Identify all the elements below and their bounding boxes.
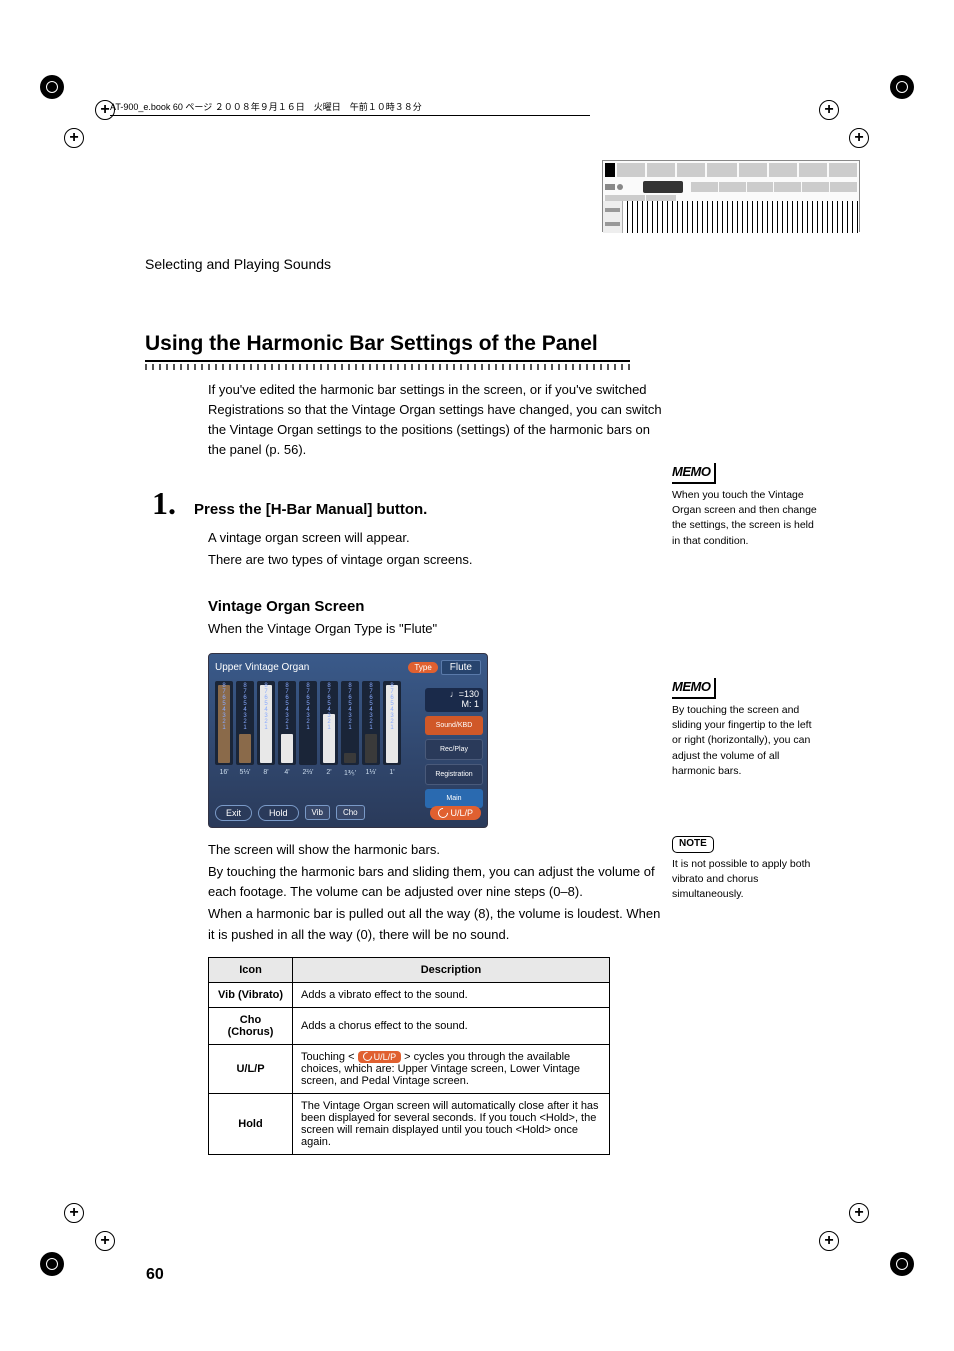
table-row: Cho (Chorus) Adds a chorus effect to the… — [209, 1007, 610, 1044]
vintage-organ-screen: Upper Vintage Organ Type Flute 8 7 6 5 4… — [208, 653, 488, 828]
tab-registration[interactable]: Registration — [425, 764, 483, 785]
registration-mark — [64, 1203, 84, 1223]
after-screen-p3: When a harmonic bar is pulled out all th… — [208, 904, 668, 944]
tab-sound-kbd[interactable]: Sound/KBD — [425, 716, 483, 735]
vib-button[interactable]: Vib — [305, 805, 330, 820]
ulp-button[interactable]: U/L/P — [430, 806, 481, 820]
footage-labels: 16'5⅓'8'4'2⅔'2'1⅗'1⅓'1' — [215, 769, 415, 777]
step-body-line1: A vintage organ screen will appear. — [208, 528, 668, 548]
after-screen-p2: By touching the harmonic bars and slidin… — [208, 862, 668, 902]
table-row: Vib (Vibrato) Adds a vibrato effect to t… — [209, 982, 610, 1007]
table-desc-cell: Adds a vibrato effect to the sound. — [293, 982, 610, 1007]
table-head-desc: Description — [293, 957, 610, 982]
cho-button[interactable]: Cho — [336, 805, 365, 820]
table-desc-cell: Adds a chorus effect to the sound. — [293, 1007, 610, 1044]
vintage-caption: When the Vintage Organ Type is "Flute" — [208, 619, 668, 639]
registration-mark — [64, 128, 84, 148]
type-label-pill: Type — [408, 662, 437, 673]
heading-dots — [145, 364, 630, 370]
after-screen-p1: The screen will show the harmonic bars. — [208, 840, 668, 860]
section-title: Selecting and Playing Sounds — [145, 256, 860, 272]
vintage-organ-subheading: Vintage Organ Screen — [208, 598, 860, 615]
table-row: Hold The Vintage Organ screen will autom… — [209, 1093, 610, 1154]
step-title: Press the [H-Bar Manual] button. — [194, 501, 427, 518]
memo-text: When you touch the Vintage Organ screen … — [672, 488, 817, 549]
table-icon-cell: Cho (Chorus) — [209, 1007, 293, 1044]
table-desc-cell: The Vintage Organ screen will automatica… — [293, 1093, 610, 1154]
table-row: U/L/P Touching < U/L/P > cycles you thro… — [209, 1044, 610, 1093]
type-value: Flute — [441, 660, 481, 675]
main-heading: Using the Harmonic Bar Settings of the P… — [145, 332, 630, 362]
keyboard-diagram — [602, 160, 860, 232]
table-icon-cell: U/L/P — [209, 1044, 293, 1093]
note-label: NOTE — [672, 836, 714, 853]
exit-button[interactable]: Exit — [215, 805, 252, 821]
step-body-line2: There are two types of vintage organ scr… — [208, 550, 668, 570]
crop-mark — [890, 75, 914, 99]
print-header: AT-900_e.book 60 ページ ２００８年９月１６日 火曜日 午前１０… — [110, 100, 590, 116]
table-head-icon: Icon — [209, 957, 293, 982]
crop-mark — [890, 1252, 914, 1276]
memo-block-2: MEMO By touching the screen and sliding … — [672, 678, 817, 779]
tab-rec-play[interactable]: Rec/Play — [425, 739, 483, 760]
tempo-display: ♩=130 M: 1 — [425, 688, 483, 712]
hold-button[interactable]: Hold — [258, 805, 299, 821]
memo-label: MEMO — [672, 463, 716, 484]
table-icon-cell: Vib (Vibrato) — [209, 982, 293, 1007]
note-text: It is not possible to apply both vibrato… — [672, 857, 817, 903]
page-number: 60 — [146, 1266, 164, 1284]
harmonic-bars[interactable]: 8 7 6 5 4 3 2 18 7 6 5 4 3 2 18 7 6 5 4 … — [215, 681, 415, 765]
icon-description-table: Icon Description Vib (Vibrato) Adds a vi… — [208, 957, 610, 1155]
screen-title: Upper Vintage Organ — [215, 662, 309, 673]
memo-block-1: MEMO When you touch the Vintage Organ sc… — [672, 463, 817, 549]
crop-mark — [40, 75, 64, 99]
table-icon-cell: Hold — [209, 1093, 293, 1154]
step-number: 1. — [152, 485, 176, 522]
ulp-inline-icon: U/L/P — [358, 1051, 402, 1063]
crop-mark — [40, 1252, 64, 1276]
memo-text: By touching the screen and sliding your … — [672, 703, 817, 779]
memo-label: MEMO — [672, 678, 716, 699]
intro-paragraph: If you've edited the harmonic bar settin… — [208, 380, 668, 461]
table-desc-cell: Touching < U/L/P > cycles you through th… — [293, 1044, 610, 1093]
note-block: NOTE It is not possible to apply both vi… — [672, 836, 817, 902]
